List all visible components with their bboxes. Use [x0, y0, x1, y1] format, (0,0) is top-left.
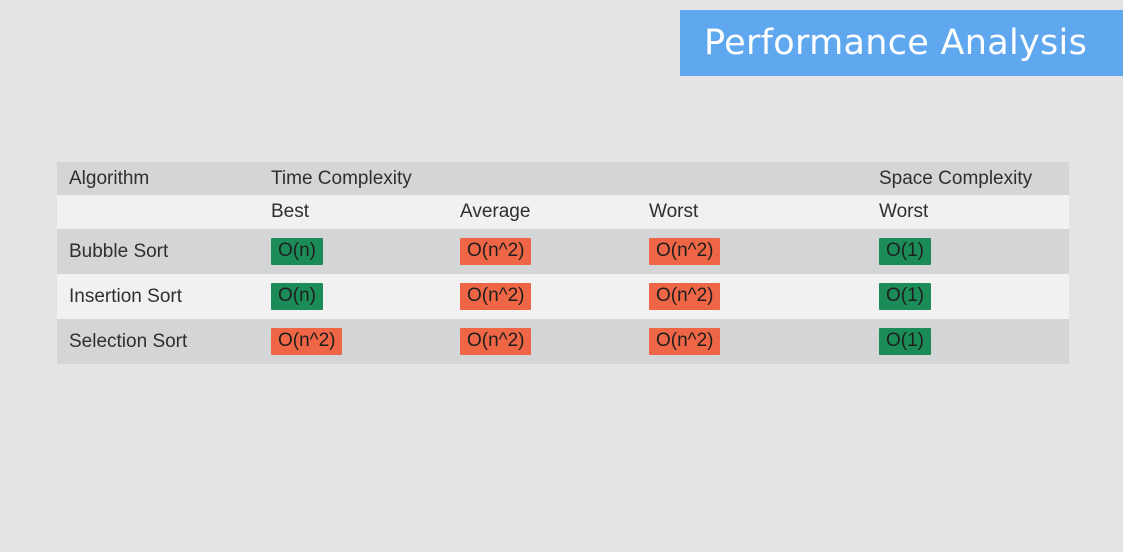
algorithm-name: Bubble Sort [69, 240, 169, 262]
worst-complexity-badge: O(n^2) [649, 238, 721, 265]
subheader-best: Best [271, 201, 310, 222]
header-time-complexity: Time Complexity [271, 167, 412, 189]
header-row-primary: Algorithm Time Complexity Space Complexi… [57, 162, 1069, 195]
average-complexity-badge: O(n^2) [460, 328, 532, 355]
header-space-complexity: Space Complexity [879, 167, 1033, 189]
title-banner: Performance Analysis [680, 10, 1123, 76]
performance-table: Algorithm Time Complexity Space Complexi… [57, 162, 1069, 364]
subheader-average: Average [460, 201, 531, 222]
space-complexity-badge: O(1) [879, 283, 931, 310]
worst-complexity-badge: O(n^2) [649, 283, 721, 310]
header-row-secondary: Best Average Worst Worst [57, 195, 1069, 229]
header-algorithm: Algorithm [69, 167, 150, 189]
average-complexity-badge: O(n^2) [460, 238, 532, 265]
best-complexity-badge: O(n) [271, 238, 323, 265]
table-row: Bubble Sort O(n) O(n^2) O(n^2) O(1) [57, 229, 1069, 274]
space-complexity-badge: O(1) [879, 328, 931, 355]
header-empty [448, 162, 637, 195]
best-complexity-badge: O(n^2) [271, 328, 343, 355]
subheader-space-worst: Worst [879, 201, 929, 222]
subheader-worst: Worst [649, 201, 699, 222]
average-complexity-badge: O(n^2) [460, 283, 532, 310]
header-empty [637, 162, 867, 195]
algorithm-name: Selection Sort [69, 330, 188, 352]
slide-title: Performance Analysis [704, 23, 1088, 63]
algorithm-name: Insertion Sort [69, 285, 182, 307]
worst-complexity-badge: O(n^2) [649, 328, 721, 355]
space-complexity-badge: O(1) [879, 238, 931, 265]
best-complexity-badge: O(n) [271, 283, 323, 310]
table-row: Insertion Sort O(n) O(n^2) O(n^2) O(1) [57, 274, 1069, 319]
table-row: Selection Sort O(n^2) O(n^2) O(n^2) O(1) [57, 319, 1069, 364]
subheader-empty [57, 195, 259, 229]
